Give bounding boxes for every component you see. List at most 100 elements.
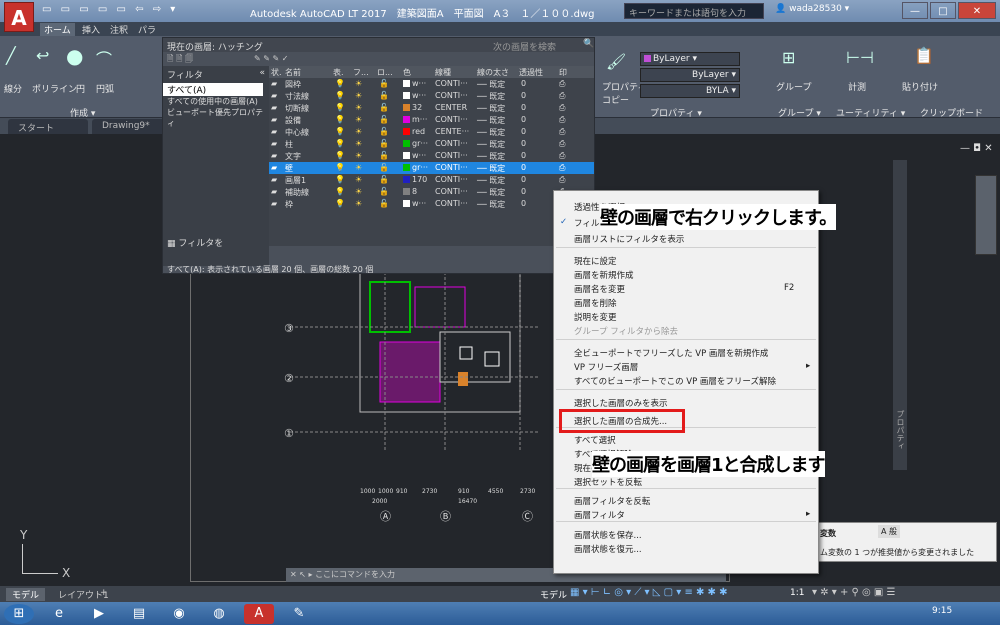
layer-row[interactable]: ▰ 中心線 💡 ☀ 🔓 red CENTE··· ── 既定 0 ⎙ (269, 126, 594, 138)
layer-transparency[interactable]: 0 (521, 115, 526, 124)
printer-icon[interactable]: ⎙ (559, 91, 565, 101)
lock-icon[interactable]: 🔓 (379, 199, 389, 208)
lock-icon[interactable]: 🔓 (379, 79, 389, 88)
quick-access-toolbar[interactable]: ▭ ▭ ▭ ▭ ▭ ⇦ ⇨ ▾ (42, 4, 178, 15)
layer-transparency[interactable]: 0 (521, 139, 526, 148)
layer-linetype[interactable]: CONTI··· (435, 115, 468, 124)
layer-status-icon[interactable]: ▰ (271, 115, 277, 124)
filter-item-viewport[interactable]: ビューポート優先プロパティ (163, 107, 269, 129)
lock-icon[interactable]: 🔓 (379, 163, 389, 172)
app-icon[interactable]: ◍ (204, 604, 234, 624)
collapse-button[interactable]: « (259, 68, 265, 78)
layer-color[interactable]: m··· (403, 115, 427, 124)
col-linetype[interactable]: 線種 (435, 67, 451, 78)
circle-icon[interactable]: ● (66, 44, 83, 68)
layer-color[interactable]: 8 (403, 187, 417, 196)
invert-filter-checkbox[interactable]: ▦ フィルタを (167, 236, 223, 249)
printer-icon[interactable]: ⎙ (559, 79, 565, 89)
layer-lineweight[interactable]: ── 既定 (477, 115, 505, 126)
media-player-icon[interactable]: ▶ (84, 604, 114, 624)
system-variable-notification[interactable]: 変数 A 般 ム変数の 1 つが推奨値から変更されました (817, 522, 997, 562)
filter-item-all[interactable]: すべて(A) (163, 83, 263, 96)
layer-color[interactable]: w··· (403, 151, 426, 160)
tab-model[interactable]: モデル (6, 588, 46, 601)
tab-start[interactable]: スタート (8, 119, 88, 134)
col-freeze[interactable]: フ... (353, 67, 369, 78)
context-menu-item[interactable]: 全ビューポートでフリーズした VP 画層を新規作成 (574, 347, 768, 359)
layer-color[interactable]: gr··· (403, 163, 428, 172)
layer-lineweight[interactable]: ── 既定 (477, 163, 505, 174)
layer-status-icon[interactable]: ▰ (271, 139, 277, 148)
context-menu-item[interactable]: 画層フィルタ (574, 509, 625, 521)
sun-icon[interactable]: ☀ (355, 103, 362, 112)
layer-lineweight[interactable]: ── 既定 (477, 79, 505, 90)
arc-icon[interactable]: ⌒ (96, 46, 112, 70)
lightbulb-icon[interactable]: 💡 (335, 175, 345, 184)
explorer-icon[interactable]: ▤ (124, 604, 154, 624)
layer-color[interactable]: w··· (403, 91, 426, 100)
layer-row[interactable]: ▰ 切断線 💡 ☀ 🔓 32 CENTER ── 既定 0 ⎙ (269, 102, 594, 114)
layer-row[interactable]: ▰ 寸法線 💡 ☀ 🔓 w··· CONTI··· ── 既定 0 ⎙ (269, 90, 594, 102)
layer-linetype[interactable]: CONTI··· (435, 91, 468, 100)
layer-lineweight[interactable]: ── 既定 (477, 199, 505, 210)
layer-row[interactable]: ▰ 設備 💡 ☀ 🔓 m··· CONTI··· ── 既定 0 ⎙ (269, 114, 594, 126)
status-model-button[interactable]: モデル (540, 588, 567, 601)
layer-lineweight[interactable]: ── 既定 (477, 175, 505, 186)
polyline-icon[interactable]: ↩ (36, 46, 49, 65)
layer-transparency[interactable]: 0 (521, 175, 526, 184)
layer-lineweight[interactable]: ── 既定 (477, 91, 505, 102)
layer-color[interactable]: 170 (403, 175, 427, 184)
lightbulb-icon[interactable]: 💡 (335, 139, 345, 148)
lock-icon[interactable]: 🔓 (379, 127, 389, 136)
lightbulb-icon[interactable]: 💡 (335, 151, 345, 160)
context-menu-item[interactable]: 画層を削除 (574, 297, 617, 309)
lock-icon[interactable]: 🔓 (379, 187, 389, 196)
drafting-tools-icons[interactable]: ▦ ▾ ⊢ ∟ ◎ ▾ ⟋ ▾ ◺ ▢ ▾ ≡ ✱ ✱ ✱ (570, 587, 728, 598)
app-menu-button[interactable]: A (4, 2, 34, 32)
layer-linetype[interactable]: CENTER (435, 103, 467, 112)
layer-color[interactable]: w··· (403, 199, 426, 208)
sun-icon[interactable]: ☀ (355, 163, 362, 172)
layer-transparency[interactable]: 0 (521, 187, 526, 196)
printer-icon[interactable]: ⎙ (559, 151, 565, 161)
layer-row[interactable]: ▰枠💡☀🔓w···CONTI···── 既定0⎙ (269, 198, 594, 210)
context-menu-item[interactable]: すべて選択 (574, 434, 616, 446)
context-menu-item[interactable]: VP フリーズ画層 (574, 361, 638, 373)
paste-icon[interactable]: 📋 (914, 46, 934, 65)
layer-linetype[interactable]: CONTI··· (435, 199, 468, 208)
col-lineweight[interactable]: 線の太さ (477, 67, 509, 78)
sun-icon[interactable]: ☀ (355, 175, 362, 184)
layer-linetype[interactable]: CONTI··· (435, 139, 468, 148)
command-input[interactable]: ここにコマンドを入力 (315, 570, 395, 579)
lightbulb-icon[interactable]: 💡 (335, 91, 345, 100)
col-lock[interactable]: ロ... (377, 67, 393, 78)
lock-icon[interactable]: 🔓 (379, 175, 389, 184)
layer-status-icon[interactable]: ▰ (271, 175, 277, 184)
context-menu-item[interactable]: 画層フィルタを反転 (574, 495, 650, 507)
layer-status-icon[interactable]: ▰ (271, 199, 277, 208)
layer-transparency[interactable]: 0 (521, 127, 526, 136)
sun-icon[interactable]: ☀ (355, 187, 362, 196)
printer-icon[interactable]: ⎙ (559, 139, 565, 149)
ime-bar[interactable]: A 般 (878, 525, 901, 538)
context-menu-item[interactable]: 選択した画層のみを表示 (574, 397, 668, 409)
layer-lineweight[interactable]: ── 既定 (477, 103, 505, 114)
layer-toolbar[interactable]: 🗎 🗎 🗐 ✎ ✎ ✎ ✓ (167, 53, 288, 67)
search-icon[interactable]: 🔍 (583, 39, 594, 49)
sun-icon[interactable]: ☀ (355, 79, 362, 88)
layer-row[interactable]: ▰補助線💡☀🔓8CONTI···── 既定0⎙ (269, 186, 594, 198)
context-menu-item[interactable]: 画層名を変更 (574, 283, 625, 295)
lightbulb-icon[interactable]: 💡 (335, 187, 345, 196)
printer-icon[interactable]: ⎙ (559, 163, 565, 173)
close-button[interactable]: ✕ (958, 2, 996, 19)
layer-status-icon[interactable]: ▰ (271, 163, 277, 172)
lightbulb-icon[interactable]: 💡 (335, 79, 345, 88)
lock-icon[interactable]: 🔓 (379, 91, 389, 100)
layer-transparency[interactable]: 0 (521, 151, 526, 160)
sun-icon[interactable]: ☀ (355, 139, 362, 148)
lock-icon[interactable]: 🔓 (379, 139, 389, 148)
printer-icon[interactable]: ⎙ (559, 127, 565, 137)
col-plot[interactable]: 印 (559, 67, 567, 78)
context-menu-item[interactable]: 選択セットを反転 (574, 476, 642, 488)
navigation-bar[interactable] (975, 175, 997, 255)
